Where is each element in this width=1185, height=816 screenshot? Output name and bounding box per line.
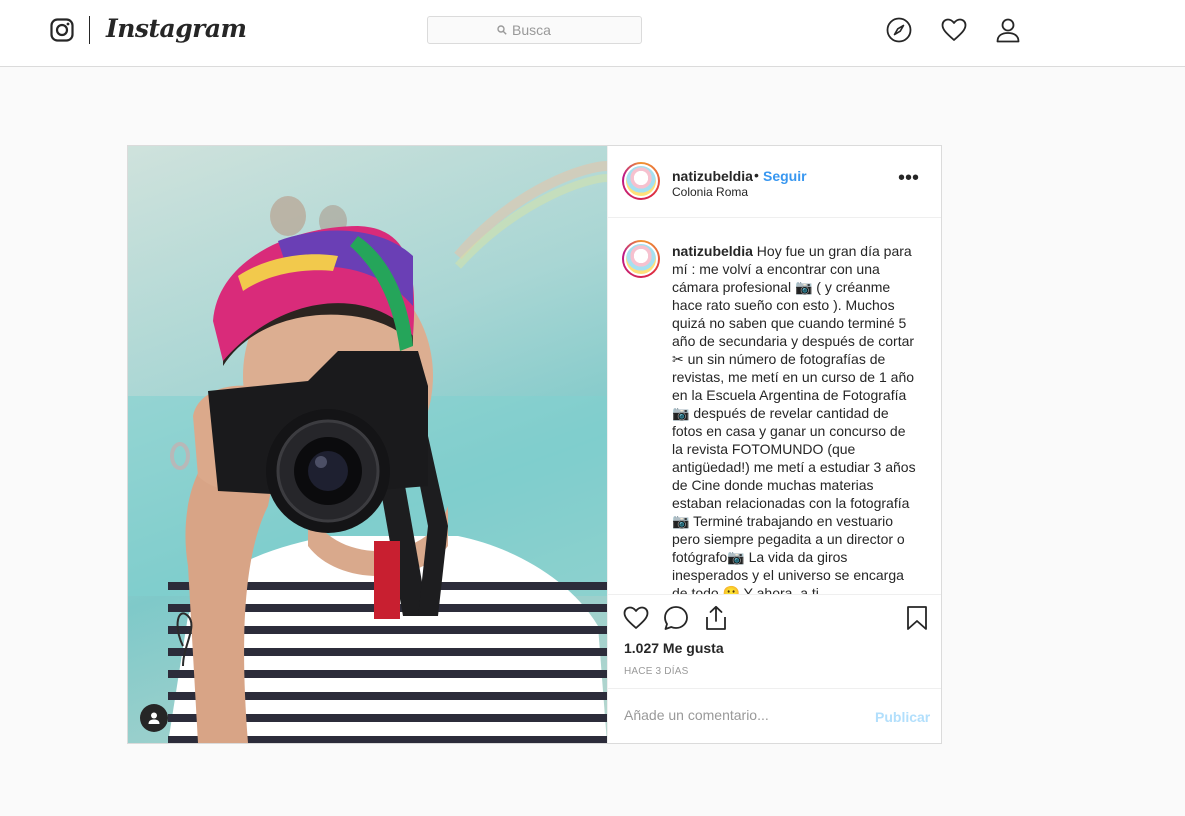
photo-woman-with-camera (128, 161, 607, 743)
post-location[interactable]: Colonia Roma (672, 185, 748, 199)
post-header: natizubeldia • Seguir Colonia Roma ••• (608, 146, 941, 218)
tagged-users-button[interactable] (140, 704, 168, 732)
logo-divider (89, 16, 90, 44)
explore-compass-icon[interactable] (886, 17, 912, 43)
comment-bubble-icon[interactable] (663, 605, 689, 631)
post-actions: 1.027 Me gusta HACE 3 DÍAS Publicar (608, 594, 941, 743)
publish-button[interactable]: Publicar (875, 709, 930, 725)
activity-heart-icon[interactable] (941, 17, 967, 43)
likes-count[interactable]: 1.027 Me gusta (624, 640, 724, 656)
search-box[interactable] (427, 16, 642, 44)
search-input[interactable] (512, 22, 572, 38)
save-bookmark-icon[interactable] (904, 605, 930, 631)
profile-user-icon[interactable] (995, 17, 1021, 43)
instagram-camera-icon[interactable] (50, 18, 74, 42)
post-card: natizubeldia • Seguir Colonia Roma ••• n… (127, 145, 942, 744)
caption-text: Hoy fue un gran día para mí : me volví a… (672, 243, 916, 594)
user-tag-icon (148, 712, 160, 724)
share-icon[interactable] (703, 605, 729, 631)
author-username[interactable]: natizubeldia (672, 168, 753, 184)
add-comment-form: Publicar (608, 688, 941, 744)
like-heart-icon[interactable] (623, 605, 649, 631)
post-photo[interactable] (128, 146, 607, 743)
instagram-wordmark[interactable]: Instagram (106, 14, 247, 43)
post-sidebar: natizubeldia • Seguir Colonia Roma ••• n… (607, 146, 941, 743)
caption-username[interactable]: natizubeldia (672, 243, 753, 259)
search-icon (497, 25, 507, 35)
comment-input[interactable] (624, 707, 854, 723)
post-timestamp[interactable]: HACE 3 DÍAS (624, 666, 688, 677)
post-caption: natizubeldia Hoy fue un gran día para mí… (672, 242, 916, 594)
caption-avatar[interactable] (622, 240, 660, 278)
follow-button[interactable]: Seguir (763, 168, 807, 184)
top-navigation-bar: Instagram (0, 0, 1185, 67)
more-options-icon[interactable]: ••• (898, 168, 919, 188)
comments-section[interactable]: natizubeldia Hoy fue un gran día para mí… (608, 218, 941, 594)
author-avatar[interactable] (622, 162, 660, 200)
header-separator: • (754, 167, 759, 183)
